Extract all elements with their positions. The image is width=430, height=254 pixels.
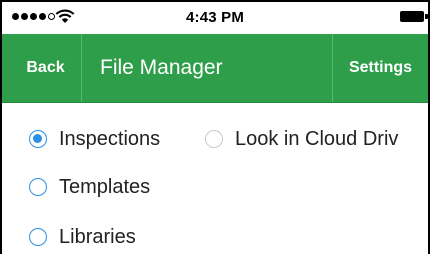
battery-tip — [425, 14, 428, 19]
option-inspections-label: Inspections — [59, 127, 161, 150]
back-button[interactable]: Back — [2, 34, 82, 102]
radio-cloud-drive[interactable] — [205, 130, 223, 148]
option-inspections[interactable]: Inspections — [29, 122, 160, 156]
radio-inspections[interactable] — [29, 130, 47, 148]
option-templates-label: Templates — [59, 175, 151, 198]
page-title: File Manager — [100, 56, 223, 79]
radio-libraries[interactable] — [29, 228, 47, 246]
device-frame: 4:43 PM Back File Manager Settings Inspe… — [0, 0, 430, 254]
option-cloud-drive-label: Look in Cloud Driv — [235, 127, 399, 150]
source-options: Inspections Look in Cloud Driv Templates… — [2, 103, 428, 254]
option-templates[interactable]: Templates — [29, 170, 150, 204]
option-libraries-label: Libraries — [59, 225, 136, 248]
status-time: 4:43 PM — [185, 9, 245, 26]
option-cloud-drive[interactable]: Look in Cloud Driv — [205, 122, 398, 156]
battery-icon — [400, 11, 424, 22]
radio-templates[interactable] — [29, 178, 47, 196]
settings-button[interactable]: Settings — [332, 34, 428, 102]
nav-bar: Back File Manager Settings — [2, 34, 428, 103]
status-bar: 4:43 PM — [2, 2, 428, 34]
option-libraries[interactable]: Libraries — [29, 220, 136, 254]
